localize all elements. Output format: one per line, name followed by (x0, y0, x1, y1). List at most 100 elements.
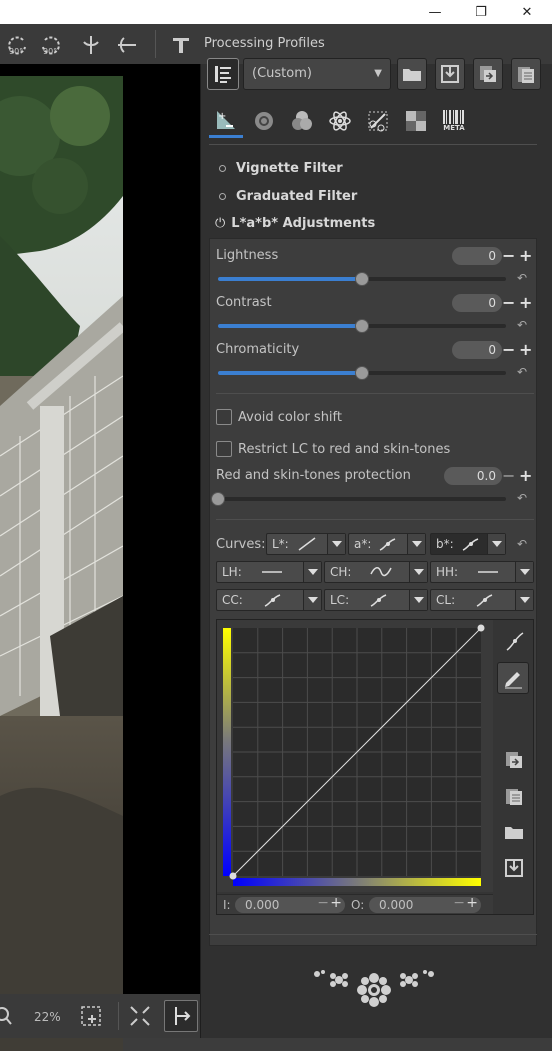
protection-slider[interactable] (211, 492, 506, 506)
curve-point-end (477, 624, 485, 632)
checkbox-box (216, 441, 232, 457)
output-increment[interactable]: + (466, 895, 478, 911)
output-value-field[interactable]: 0.000 − + (369, 895, 481, 913)
contrast-reset-icon[interactable]: ↶ (517, 318, 531, 332)
protection-increment[interactable]: + (519, 467, 532, 485)
save-profile-button[interactable] (435, 58, 465, 90)
processing-profiles-title: Processing Profiles (204, 36, 325, 51)
lightness-reset-icon[interactable]: ↶ (517, 271, 531, 285)
lightness-decrement[interactable]: − (502, 247, 515, 265)
pin-panel-button[interactable] (166, 30, 196, 60)
profile-selector[interactable]: (Custom) ▼ (243, 58, 391, 90)
checkbox-box (216, 409, 232, 425)
paste-profile-button[interactable] (511, 58, 541, 90)
curve-lh-button[interactable]: LH: (216, 561, 322, 583)
contrast-value[interactable]: 0 (452, 294, 502, 312)
tab-color[interactable] (285, 104, 319, 138)
flip-vertical-button[interactable] (112, 30, 142, 60)
custom-curve-icon (264, 594, 281, 607)
chromaticity-value[interactable]: 0 (452, 341, 502, 359)
section-vignette[interactable]: Vignette Filter (219, 161, 343, 176)
curve-b-button[interactable]: b*: (430, 533, 506, 555)
curve-graph[interactable] (217, 620, 493, 892)
curve-ch-button[interactable]: CH: (324, 561, 428, 583)
protection-value[interactable]: 0.0 (444, 467, 502, 485)
edit-points-button[interactable] (497, 662, 529, 694)
paste-curve-button[interactable] (499, 782, 529, 810)
curve-type-button[interactable] (499, 626, 529, 656)
copy-profile-button[interactable] (473, 58, 503, 90)
zoom-fit-button[interactable] (80, 1004, 104, 1028)
tab-metadata[interactable]: META (437, 104, 471, 138)
contrast-slider-fill (218, 324, 362, 328)
curve-lc-button[interactable]: LC: (324, 589, 428, 611)
protection-slider-knob[interactable] (211, 492, 225, 506)
rotate-left-button[interactable]: 90° (2, 30, 32, 60)
lightness-slider-knob[interactable] (355, 272, 369, 286)
open-profile-button[interactable] (397, 58, 427, 90)
contrast-slider-knob[interactable] (355, 319, 369, 333)
input-increment[interactable]: + (330, 895, 342, 911)
flat-curve-icon (478, 571, 499, 573)
custom-curve-icon (462, 538, 478, 551)
chromaticity-slider[interactable] (218, 366, 506, 380)
minimize-button[interactable]: — (412, 0, 458, 24)
image-preview[interactable] (0, 64, 200, 1051)
toggle-panel-button[interactable] (164, 1000, 198, 1032)
divider (216, 393, 534, 394)
curve-a-button[interactable]: a*: (348, 533, 426, 555)
curve-cl-label: CL: (436, 593, 456, 607)
contrast-slider[interactable] (218, 319, 506, 333)
input-label: I: (223, 898, 231, 912)
protection-reset-icon[interactable]: ↶ (517, 491, 531, 505)
zoom-in-button[interactable] (0, 1006, 16, 1026)
rotate-right-button[interactable]: 90° (36, 30, 66, 60)
maximize-button[interactable]: ❐ (458, 0, 504, 24)
chevron-down-icon (407, 534, 425, 554)
output-decrement[interactable]: − (453, 895, 465, 911)
meta-label: META (443, 124, 465, 132)
tab-raw[interactable] (399, 104, 433, 138)
restrict-lc-checkbox[interactable]: Restrict LC to red and skin-tones (216, 441, 450, 457)
avoid-color-shift-checkbox[interactable]: Avoid color shift (216, 409, 342, 425)
lightness-slider[interactable] (218, 272, 506, 286)
contrast-decrement[interactable]: − (502, 294, 515, 312)
input-value-field[interactable]: 0.000 − + (235, 895, 345, 913)
lightness-increment[interactable]: + (519, 247, 532, 265)
save-curve-button[interactable] (499, 854, 529, 882)
profile-history-button[interactable] (207, 58, 239, 90)
chevron-down-icon (409, 562, 427, 582)
close-button[interactable]: ✕ (504, 0, 550, 24)
load-curve-button[interactable] (499, 818, 529, 846)
section-lab[interactable]: ⏻ L*a*b* Adjustments (215, 216, 375, 231)
curve-l-button[interactable]: L*: (266, 533, 346, 555)
tab-transform[interactable] (361, 104, 395, 138)
curve-cc-button[interactable]: CC: (216, 589, 322, 611)
tab-advanced[interactable] (323, 104, 357, 138)
chromaticity-reset-icon[interactable]: ↶ (517, 365, 531, 379)
copy-curve-button[interactable] (499, 746, 529, 774)
section-graduated[interactable]: Graduated Filter (219, 189, 357, 204)
lightness-value[interactable]: 0 (452, 247, 502, 265)
power-icon[interactable]: ⏻ (215, 216, 225, 231)
fullscreen-icon (130, 1006, 150, 1026)
curve-hh-label: HH: (436, 565, 459, 579)
tab-detail[interactable] (247, 104, 281, 138)
curve-hh-button[interactable]: HH: (430, 561, 534, 583)
chromaticity-decrement[interactable]: − (502, 341, 515, 359)
chromaticity-increment[interactable]: + (519, 341, 532, 359)
bottom-divider (118, 1002, 119, 1030)
contrast-increment[interactable]: + (519, 294, 532, 312)
curve-cl-button[interactable]: CL: (430, 589, 534, 611)
chevron-down-icon (409, 590, 427, 610)
input-decrement[interactable]: − (317, 895, 329, 911)
metadata-icon (443, 110, 464, 124)
tab-exposure[interactable]: + (209, 104, 243, 138)
lightness-slider-fill (218, 277, 362, 281)
fullscreen-button[interactable] (128, 1004, 152, 1028)
curves-reset-icon[interactable]: ↶ (517, 537, 531, 551)
protection-decrement[interactable]: − (502, 467, 515, 485)
section-lab-label: L*a*b* Adjustments (231, 216, 376, 231)
flip-horizontal-button[interactable] (76, 30, 106, 60)
chromaticity-slider-knob[interactable] (355, 366, 369, 380)
